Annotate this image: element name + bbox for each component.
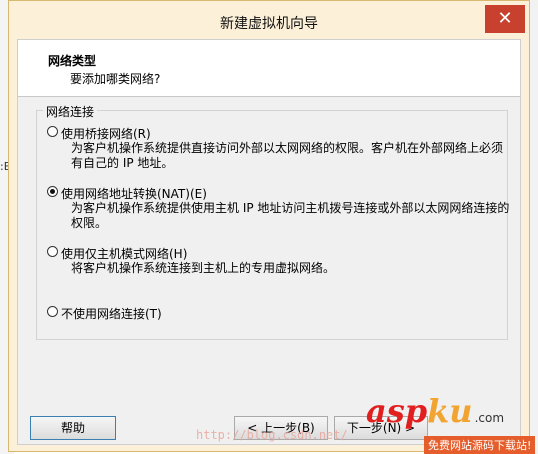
- network-connection-group: 网络连接 使用桥接网络(R) 为客户机操作系统提供直接访问外部以太网网络的权限。…: [36, 103, 510, 340]
- background-window-right: [530, 0, 538, 454]
- option-host-only-label[interactable]: 使用仅主机模式网络(H): [61, 245, 187, 262]
- watermark-logo: aspku .com: [366, 392, 504, 430]
- option-nat-desc: 为客户机操作系统提供使用主机 IP 地址访问主机拨号连接或外部以太网网络连接的权…: [71, 201, 510, 230]
- wizard-dialog: 新建虚拟机向导 ✕ 网络类型 要添加哪类网络? 网络连接 使用桥接网络(R) 为…: [8, 0, 530, 452]
- close-icon: ✕: [497, 8, 513, 29]
- title-bar[interactable]: 新建虚拟机向导 ✕: [9, 1, 529, 39]
- radio-no-network[interactable]: [47, 306, 58, 317]
- option-nat-label[interactable]: 使用网络地址转换(NAT)(E): [61, 185, 207, 202]
- radio-nat[interactable]: [47, 186, 58, 197]
- radio-host-only[interactable]: [47, 246, 58, 257]
- help-button[interactable]: 帮助: [30, 416, 116, 440]
- option-bridged-desc: 为客户机操作系统提供直接访问外部以太网网络的权限。客户机在外部网络上必须有自己的…: [71, 141, 504, 170]
- watermark-logo-ku: ku: [427, 392, 473, 430]
- radio-bridged[interactable]: [47, 126, 58, 137]
- watermark-url: http://blog.csdn.net/: [196, 428, 348, 442]
- wizard-header: 网络类型 要添加哪类网络?: [18, 40, 520, 97]
- page-title: 网络类型: [48, 54, 97, 68]
- watermark-logo-asp: asp: [366, 392, 428, 430]
- option-host-only-desc: 将客户机操作系统连接到主机上的专用虚拟网络。: [71, 261, 336, 275]
- window-title: 新建虚拟机向导: [220, 16, 318, 32]
- option-no-network-label[interactable]: 不使用网络连接(T): [61, 305, 162, 322]
- page-subtitle: 要添加哪类网络?: [70, 72, 161, 86]
- option-bridged-label[interactable]: 使用桥接网络(R): [61, 125, 151, 142]
- watermark-tagline: 免费网站源码下载站!: [424, 436, 536, 454]
- close-button[interactable]: ✕: [485, 5, 525, 33]
- group-label: 网络连接: [43, 103, 98, 120]
- watermark-logo-com: .com: [474, 411, 505, 425]
- dialog-client-area: 网络类型 要添加哪类网络? 网络连接 使用桥接网络(R) 为客户机操作系统提供直…: [17, 39, 521, 445]
